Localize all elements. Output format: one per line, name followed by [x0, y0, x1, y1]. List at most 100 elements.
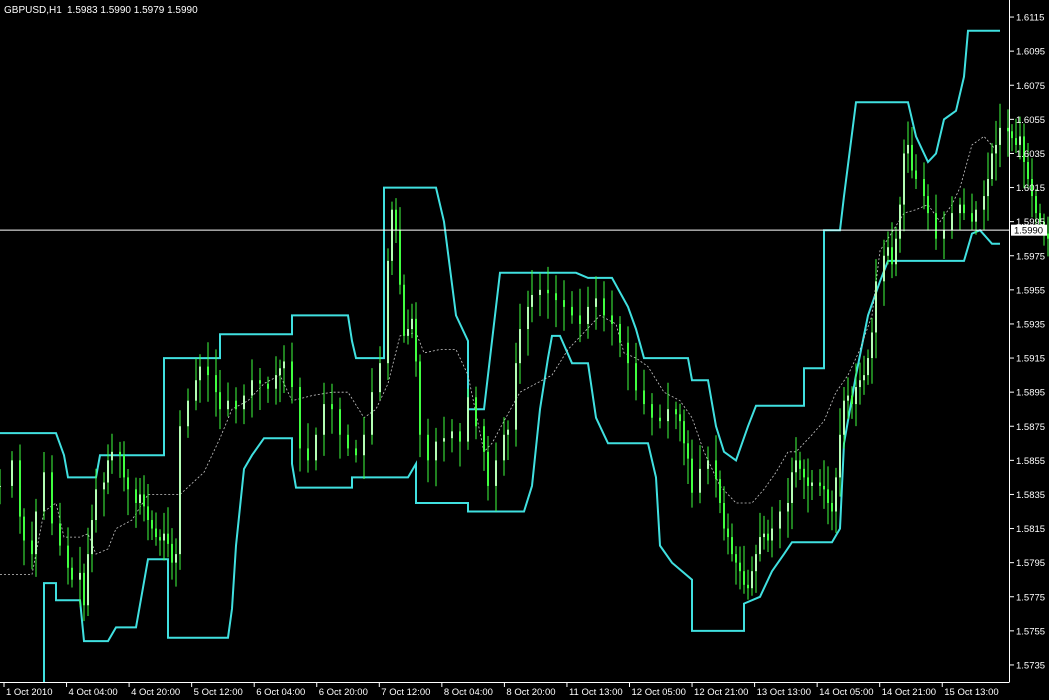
y-tick-label: 1.5815: [1016, 524, 1045, 535]
price-candle: [507, 429, 509, 435]
price-candle: [503, 434, 505, 461]
price-candle: [747, 584, 749, 589]
price-candle: [331, 404, 333, 410]
x-tick-label: 7 Oct 12:00: [381, 687, 430, 698]
price-candle: [603, 298, 605, 316]
price-candle: [487, 451, 489, 486]
price-candle: [771, 528, 773, 541]
chart-header: GBPUSD,H1 1.5983 1.5990 1.5979 1.5990: [4, 5, 198, 16]
price-candle: [251, 380, 253, 396]
price-candle: [963, 204, 965, 214]
price-candle: [43, 472, 45, 512]
price-candle: [259, 380, 261, 384]
price-candle: [179, 426, 181, 555]
price-candle: [767, 533, 769, 541]
symbol-label: GBPUSD,H1: [4, 5, 62, 16]
price-candle: [155, 528, 157, 538]
price-candle: [1027, 161, 1029, 180]
price-candle: [95, 489, 97, 521]
price-candle: [299, 387, 301, 449]
price-candle: [427, 434, 429, 461]
y-tick-label: 1.6115: [1016, 13, 1044, 24]
ohlc-label: 1.5983 1.5990 1.5979 1.5990: [67, 5, 198, 16]
price-candle: [555, 293, 557, 301]
price-candle: [1019, 136, 1021, 145]
price-candle: [363, 434, 365, 456]
price-candle: [435, 441, 437, 461]
price-candle: [675, 409, 677, 415]
price-candle: [715, 460, 717, 480]
price-candle: [867, 358, 869, 376]
y-tick-label: 1.5795: [1016, 558, 1045, 569]
price-candle: [459, 431, 461, 442]
price-candle: [399, 230, 401, 285]
price-candle: [827, 489, 829, 503]
x-tick-label: 8 Oct 20:00: [506, 687, 555, 698]
price-candle: [683, 421, 685, 444]
price-candle: [515, 363, 517, 430]
y-tick-label: 1.6035: [1016, 149, 1045, 160]
price-candle: [151, 520, 153, 529]
price-candle: [147, 506, 149, 521]
price-candle: [1035, 196, 1037, 214]
price-candle: [531, 294, 533, 307]
price-candle: [227, 400, 229, 410]
price-candle: [1011, 131, 1013, 139]
price-candle: [207, 366, 209, 376]
price-candle: [275, 375, 277, 389]
price-candle: [811, 482, 813, 486]
price-candle: [571, 306, 573, 316]
x-tick-label: 6 Oct 20:00: [319, 687, 368, 698]
price-candle: [187, 400, 189, 427]
price-candle: [719, 479, 721, 503]
price-candle: [587, 306, 589, 324]
price-candle: [875, 281, 877, 333]
price-candle: [855, 387, 857, 405]
price-candle: [443, 438, 445, 442]
price-candle: [199, 366, 201, 381]
price-candle: [139, 494, 141, 503]
price-candle: [823, 485, 825, 490]
price-candle: [891, 247, 893, 265]
price-candle: [355, 448, 357, 456]
price-chart: 1.6115 1.6095 1.6075 1.6055 1.6035 1.6015 1.59…: [0, 0, 1049, 700]
price-candle: [975, 209, 977, 222]
price-candle: [627, 342, 629, 364]
price-candle: [403, 284, 405, 336]
price-candle: [807, 477, 809, 486]
price-candle: [763, 533, 765, 538]
chart-area: 1.6115 1.6095 1.6075 1.6055 1.6035 1.6015 1.59…: [0, 0, 1049, 700]
price-candle: [739, 562, 741, 572]
price-candle: [91, 520, 93, 555]
price-candle: [903, 153, 905, 205]
price-candle: [731, 537, 733, 555]
price-candle: [347, 434, 349, 449]
price-candle: [51, 472, 53, 524]
price-candle: [791, 472, 793, 503]
price-candle: [127, 477, 129, 490]
price-candle: [819, 482, 821, 486]
price-candle: [307, 448, 309, 461]
price-candle: [959, 204, 961, 214]
price-candle: [667, 409, 669, 422]
price-candle: [283, 361, 285, 369]
x-tick-label: 12 Oct 21:00: [694, 687, 748, 698]
x-tick-label: 15 Oct 13:00: [944, 687, 998, 698]
price-candle: [527, 306, 529, 330]
x-tick-label: 8 Oct 04:00: [444, 687, 493, 698]
price-candle: [883, 255, 885, 282]
price-candle: [407, 329, 409, 336]
price-candle: [991, 153, 993, 180]
x-tick-label: 12 Oct 05:00: [632, 687, 686, 698]
price-candle: [243, 395, 245, 410]
price-candle: [339, 409, 341, 435]
price-candle: [107, 460, 109, 483]
price-candle: [495, 460, 497, 486]
price-candle: [143, 494, 145, 507]
price-candle: [871, 332, 873, 359]
y-tick-label: 1.5915: [1016, 354, 1045, 365]
x-tick-label: 14 Oct 05:00: [819, 687, 873, 698]
price-candle: [735, 554, 737, 563]
price-candle: [547, 289, 549, 294]
price-candle: [11, 460, 13, 486]
